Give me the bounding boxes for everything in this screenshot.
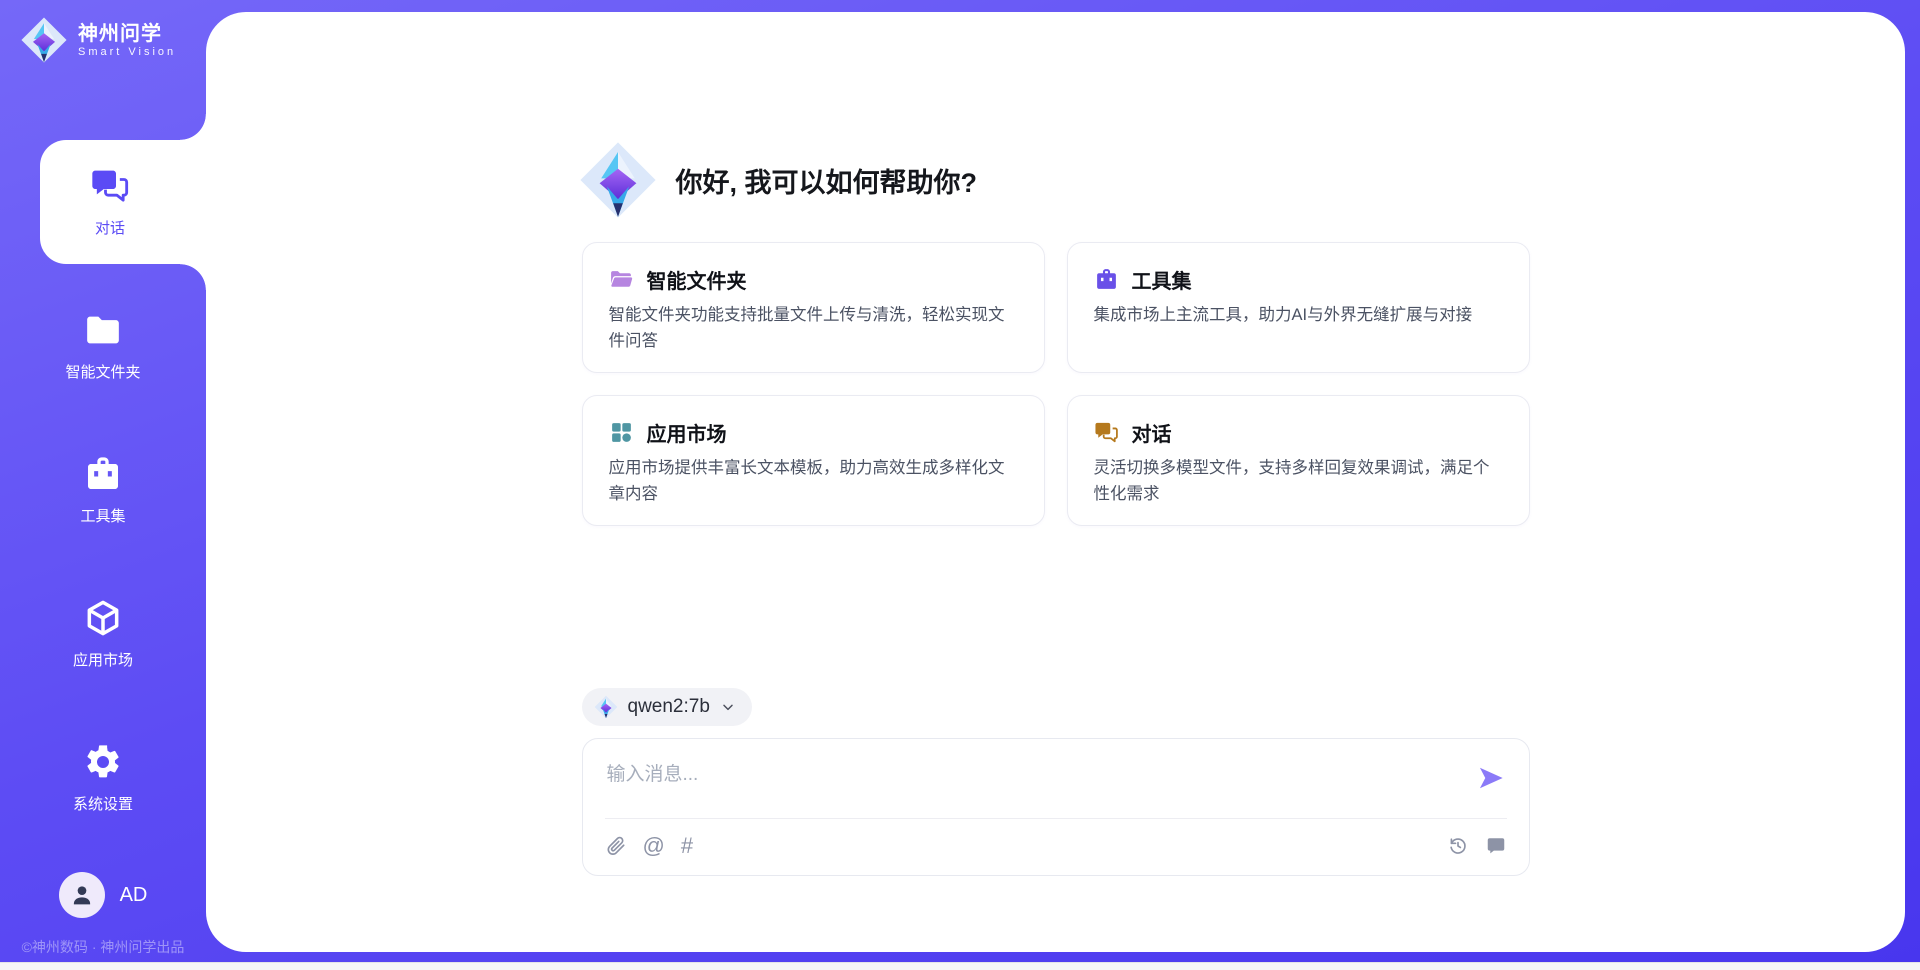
sidebar-item-toolset[interactable]: 工具集 xyxy=(0,428,206,552)
card-app-market[interactable]: 应用市场 应用市场提供丰富长文本模板，助力高效生成多样化文章内容 xyxy=(582,395,1045,526)
mention-icon[interactable]: @ xyxy=(643,835,665,857)
brand-name: 神州问学 xyxy=(78,23,176,46)
card-description: 智能文件夹功能支持批量文件上传与清洗，轻松实现文件问答 xyxy=(609,303,1018,354)
message-composer: @ # xyxy=(582,738,1530,876)
greeting: 你好, 我可以如何帮助你? xyxy=(578,140,1530,220)
brand-subtitle: Smart Vision xyxy=(78,46,176,58)
chat-icon xyxy=(90,166,130,206)
chat-icon xyxy=(1094,420,1119,445)
avatar-person-icon xyxy=(69,882,95,908)
user-profile[interactable]: AD xyxy=(0,872,206,918)
toolbox-icon xyxy=(1094,267,1119,292)
send-icon[interactable] xyxy=(1477,764,1505,792)
card-title: 对话 xyxy=(1132,418,1172,447)
greeting-title: 你好, 我可以如何帮助你? xyxy=(676,161,978,200)
paperclip-icon[interactable] xyxy=(605,835,627,857)
hash-icon[interactable]: # xyxy=(681,835,693,857)
horizontal-scrollbar[interactable] xyxy=(0,962,1920,970)
chevron-down-icon xyxy=(720,699,736,715)
folder-open-icon xyxy=(609,267,634,292)
model-selector[interactable]: qwen2:7b xyxy=(582,688,752,726)
toolbox-icon xyxy=(83,454,123,494)
sidebar-item-settings[interactable]: 系统设置 xyxy=(0,716,206,840)
card-title: 应用市场 xyxy=(647,418,727,447)
diamond-logo-icon xyxy=(20,16,68,64)
card-description: 灵活切换多模型文件，支持多样回复效果调试，满足个性化需求 xyxy=(1094,456,1503,507)
composer-toolbar: @ # xyxy=(583,817,1529,875)
cube-icon xyxy=(83,598,123,638)
grid-icon xyxy=(609,420,634,445)
sidebar-item-label: 应用市场 xyxy=(73,649,133,670)
history-icon[interactable] xyxy=(1447,835,1469,857)
diamond-logo-icon xyxy=(578,140,658,220)
sidebar-item-smart-folder[interactable]: 智能文件夹 xyxy=(0,284,206,408)
card-smart-folder[interactable]: 智能文件夹 智能文件夹功能支持批量文件上传与清洗，轻松实现文件问答 xyxy=(582,242,1045,373)
folder-icon xyxy=(83,310,123,350)
user-name: AD xyxy=(120,884,148,907)
sidebar-item-label: 智能文件夹 xyxy=(65,361,140,382)
sidebar-item-app-market[interactable]: 应用市场 xyxy=(0,572,206,696)
gear-icon xyxy=(83,742,123,782)
brand: 神州问学 Smart Vision xyxy=(0,0,206,64)
message-input[interactable] xyxy=(583,739,1443,815)
card-chat[interactable]: 对话 灵活切换多模型文件，支持多样回复效果调试，满足个性化需求 xyxy=(1067,395,1530,526)
sidebar-nav: 对话 智能文件夹 工具集 应用市场 系统设置 xyxy=(0,140,206,840)
card-title: 工具集 xyxy=(1132,265,1192,294)
card-title: 智能文件夹 xyxy=(647,265,747,294)
model-name: qwen2:7b xyxy=(628,696,710,718)
main-panel: 你好, 我可以如何帮助你? 智能文件夹 智能文件夹功能支持批量文件上传与清洗，轻… xyxy=(206,12,1905,952)
avatar[interactable] xyxy=(59,872,105,918)
feature-cards: 智能文件夹 智能文件夹功能支持批量文件上传与清洗，轻松实现文件问答 工具集 集成… xyxy=(582,242,1530,526)
card-description: 集成市场上主流工具，助力AI与外界无缝扩展与对接 xyxy=(1094,303,1503,329)
sidebar: 神州问学 Smart Vision 对话 智能文件夹 工具集 应用市场 系统设置 xyxy=(0,0,206,970)
card-description: 应用市场提供丰富长文本模板，助力高效生成多样化文章内容 xyxy=(609,456,1018,507)
comment-icon[interactable] xyxy=(1485,835,1507,857)
card-toolset[interactable]: 工具集 集成市场上主流工具，助力AI与外界无缝扩展与对接 xyxy=(1067,242,1530,373)
sidebar-item-label: 对话 xyxy=(95,217,125,238)
sidebar-footer-text: ©神州数码 · 神州问学出品 xyxy=(0,937,206,957)
sidebar-item-label: 系统设置 xyxy=(73,793,133,814)
sidebar-item-chat[interactable]: 对话 xyxy=(40,140,206,264)
sidebar-item-label: 工具集 xyxy=(80,505,125,526)
diamond-logo-icon xyxy=(594,695,618,719)
